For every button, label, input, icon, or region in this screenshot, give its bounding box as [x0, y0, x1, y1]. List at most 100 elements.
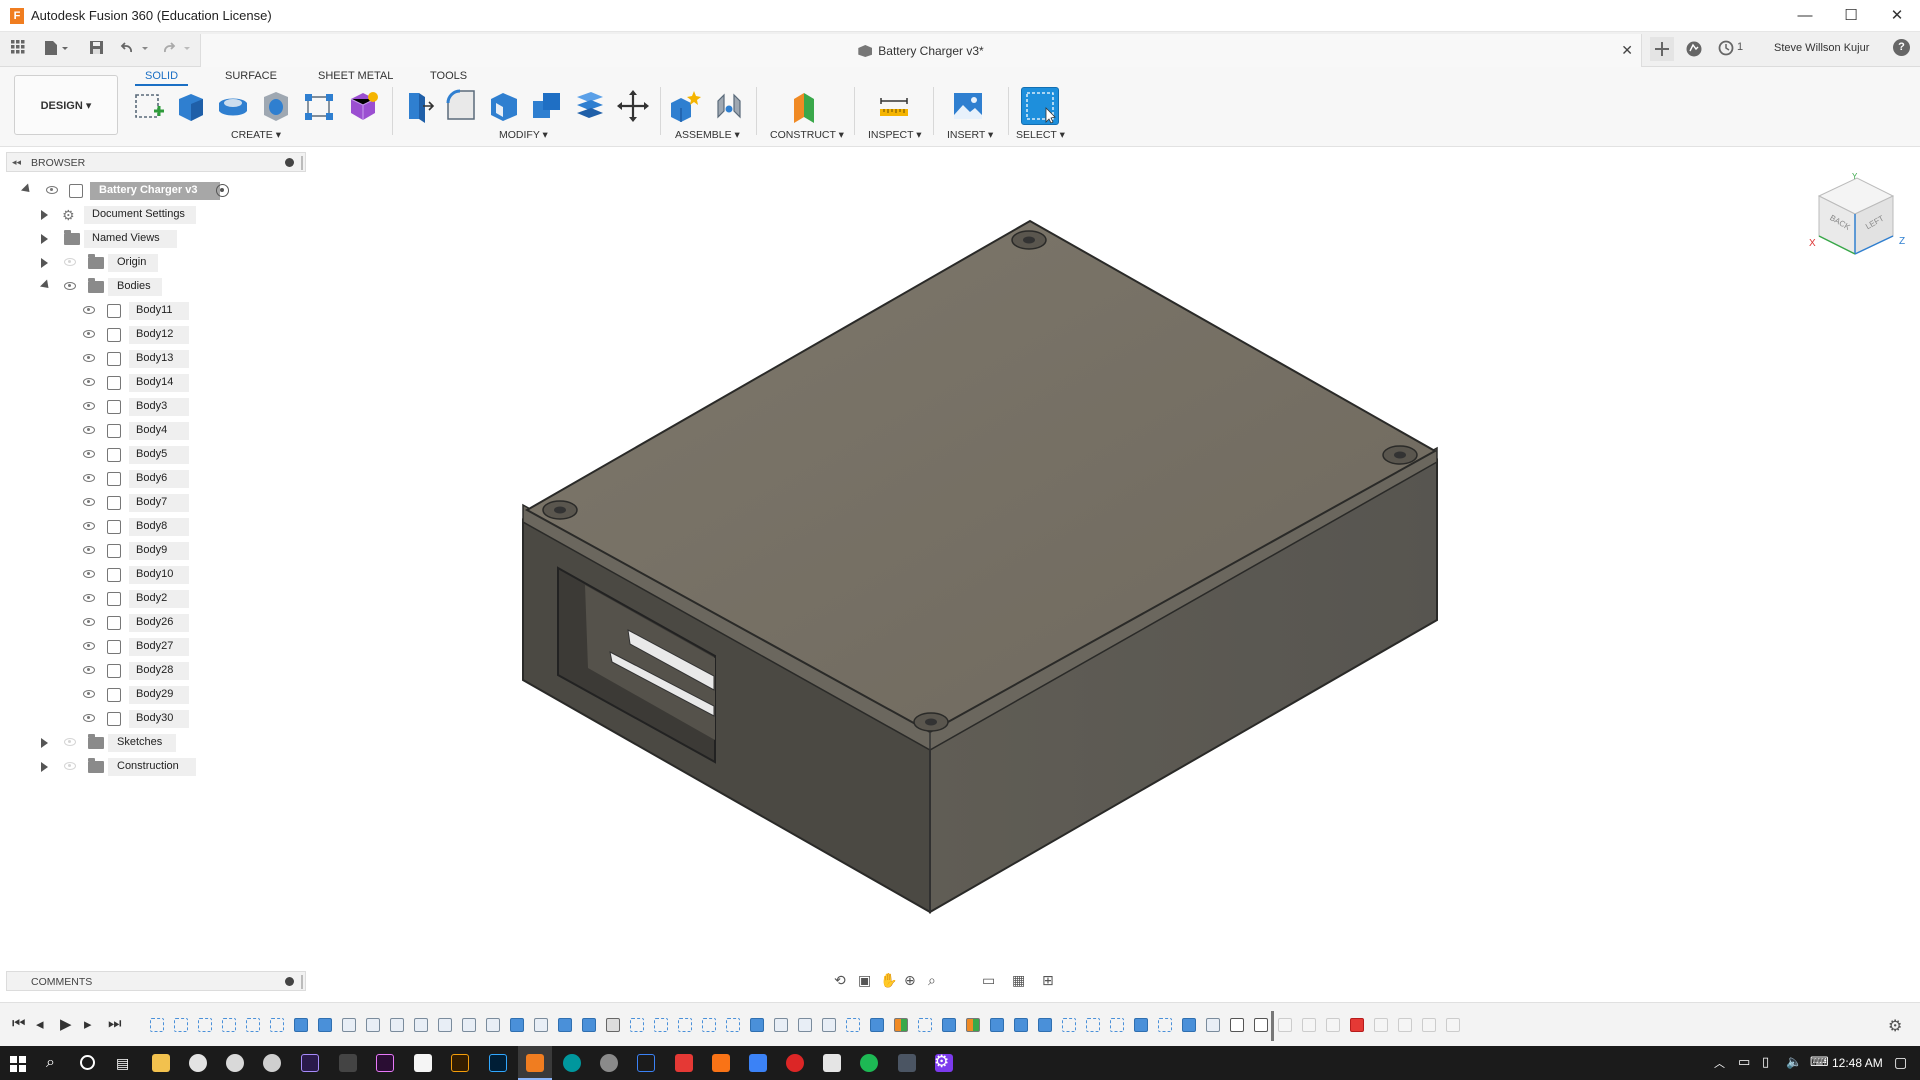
visibility-eye-icon[interactable] — [64, 282, 76, 290]
timeline-feature-icon[interactable] — [1398, 1018, 1412, 1032]
visibility-eye-icon[interactable] — [83, 570, 95, 578]
measure-icon[interactable] — [877, 89, 911, 123]
combine-icon[interactable] — [530, 89, 564, 123]
settings-app-icon[interactable] — [898, 1054, 916, 1072]
visibility-eye-icon[interactable] — [83, 714, 95, 722]
document-app-icon[interactable] — [823, 1054, 841, 1072]
document-tab[interactable]: Battery Charger v3* ✕ — [200, 34, 1642, 67]
tree-item-body[interactable]: Body26 — [6, 613, 306, 633]
chrome-profile-2-icon[interactable] — [263, 1054, 281, 1072]
timeline-feature-icon[interactable] — [510, 1018, 524, 1032]
move-copy-icon[interactable] — [616, 89, 650, 123]
tree-item-origin[interactable]: Origin — [6, 253, 306, 273]
tree-item-body[interactable]: Body14 — [6, 373, 306, 393]
timeline-feature-icon[interactable] — [150, 1018, 164, 1032]
add-comment-icon[interactable] — [285, 977, 294, 986]
visibility-eye-icon[interactable] — [83, 426, 95, 434]
modify-menu-label[interactable]: MODIFY ▾ — [499, 129, 548, 141]
expand-triangle-icon[interactable] — [41, 762, 48, 772]
vlc-icon[interactable] — [712, 1054, 730, 1072]
timeline-feature-icon[interactable] — [438, 1018, 452, 1032]
arduino-icon[interactable] — [563, 1054, 581, 1072]
redo-icon[interactable] — [160, 40, 194, 58]
assemble-menu-label[interactable]: ASSEMBLE ▾ — [675, 129, 740, 141]
tray-chevron-up-icon[interactable]: ︿ — [1714, 1055, 1725, 1071]
timeline-feature-icon[interactable] — [1158, 1018, 1172, 1032]
tree-item-body[interactable]: Body9 — [6, 541, 306, 561]
network-icon[interactable]: ▭ — [1738, 1054, 1750, 1070]
timeline-feature-icon[interactable] — [1182, 1018, 1196, 1032]
pan-hand-icon[interactable]: ✋ — [880, 972, 897, 989]
windows-start-icon[interactable] — [10, 1056, 26, 1075]
visibility-eye-icon[interactable] — [64, 762, 76, 770]
timeline-feature-icon[interactable] — [294, 1018, 308, 1032]
timeline-feature-icon[interactable] — [414, 1018, 428, 1032]
tree-item-construction[interactable]: Construction — [6, 757, 306, 777]
notepad-icon[interactable] — [414, 1054, 432, 1072]
visibility-eye-icon[interactable] — [83, 618, 95, 626]
tree-item-body[interactable]: Body11 — [6, 301, 306, 321]
volume-icon[interactable]: 🔈 — [1786, 1054, 1802, 1070]
cortana-icon[interactable] — [80, 1055, 95, 1070]
visibility-eye-icon[interactable] — [46, 186, 58, 194]
timeline-feature-icon[interactable] — [630, 1018, 644, 1032]
timeline-feature-icon[interactable] — [222, 1018, 236, 1032]
tree-item-sketches[interactable]: Sketches — [6, 733, 306, 753]
tree-item-document-settings[interactable]: ⚙ Document Settings — [6, 205, 306, 225]
timeline-feature-icon[interactable] — [750, 1018, 764, 1032]
inspect-menu-label[interactable]: INSPECT ▾ — [868, 129, 922, 141]
tree-item-body[interactable]: Body27 — [6, 637, 306, 657]
timeline-feature-icon[interactable] — [462, 1018, 476, 1032]
tab-solid[interactable]: SOLID — [135, 70, 189, 86]
visibility-eye-icon[interactable] — [83, 354, 95, 362]
view-cube[interactable]: BACK LEFT X Z Y — [1805, 168, 1915, 268]
timeline-feature-icon[interactable] — [1086, 1018, 1100, 1032]
rectangular-pattern-icon[interactable] — [302, 89, 336, 123]
revolve-icon[interactable] — [216, 89, 250, 123]
timeline-feature-icon[interactable] — [1230, 1018, 1244, 1032]
tree-item-body[interactable]: Body6 — [6, 469, 306, 489]
workspace-switcher-button[interactable]: DESIGN ▾ — [14, 75, 118, 135]
minimize-button[interactable]: — — [1782, 0, 1828, 32]
look-at-icon[interactable]: ▣ — [858, 972, 871, 989]
viewports-icon[interactable]: ⊞ — [1042, 972, 1054, 989]
task-view-icon[interactable]: ▤ — [116, 1055, 129, 1072]
new-tab-plus-icon[interactable] — [1650, 37, 1674, 61]
step-forward-icon[interactable]: ▸ — [84, 1015, 92, 1033]
visibility-eye-icon[interactable] — [83, 474, 95, 482]
help-icon[interactable]: ? — [1893, 39, 1910, 56]
battery-icon[interactable]: ▯ — [1762, 1054, 1769, 1070]
timeline-feature-icon[interactable] — [1014, 1018, 1028, 1032]
visibility-eye-icon[interactable] — [83, 498, 95, 506]
fillet-icon[interactable] — [444, 89, 478, 123]
hole-icon[interactable] — [259, 89, 293, 123]
timeline-feature-icon[interactable] — [1134, 1018, 1148, 1032]
activate-component-icon[interactable] — [216, 184, 229, 197]
tree-item-body[interactable]: Body4 — [6, 421, 306, 441]
timeline-feature-icon[interactable] — [270, 1018, 284, 1032]
timeline-feature-icon[interactable] — [1038, 1018, 1052, 1032]
visibility-eye-icon[interactable] — [83, 546, 95, 554]
timeline-feature-icon[interactable] — [798, 1018, 812, 1032]
timeline-feature-icon[interactable] — [894, 1018, 908, 1032]
visibility-eye-icon[interactable] — [83, 450, 95, 458]
browser-header[interactable]: ◂◂ BROWSER — [6, 152, 306, 172]
zoom-icon[interactable]: ⊕ — [904, 972, 916, 989]
tree-root[interactable]: Battery Charger v3 — [6, 181, 306, 201]
expand-triangle-icon[interactable] — [41, 738, 48, 748]
fit-icon[interactable]: ⌕ — [928, 972, 936, 989]
timeline-feature-icon[interactable] — [726, 1018, 740, 1032]
go-to-end-icon[interactable]: ⏭ — [108, 1015, 122, 1032]
create-form-icon[interactable] — [346, 89, 380, 123]
timeline-feature-icon[interactable] — [870, 1018, 884, 1032]
tree-item-body[interactable]: Body13 — [6, 349, 306, 369]
timeline-feature-icon[interactable] — [1326, 1018, 1340, 1032]
press-pull-icon[interactable] — [401, 89, 435, 123]
timeline-feature-icon[interactable] — [174, 1018, 188, 1032]
after-effects-icon[interactable] — [301, 1054, 319, 1072]
visibility-eye-icon[interactable] — [83, 378, 95, 386]
timeline-feature-icon[interactable] — [246, 1018, 260, 1032]
opera-icon[interactable] — [786, 1054, 804, 1072]
construct-menu-label[interactable]: CONSTRUCT ▾ — [770, 129, 844, 141]
joint-icon[interactable] — [712, 89, 746, 123]
